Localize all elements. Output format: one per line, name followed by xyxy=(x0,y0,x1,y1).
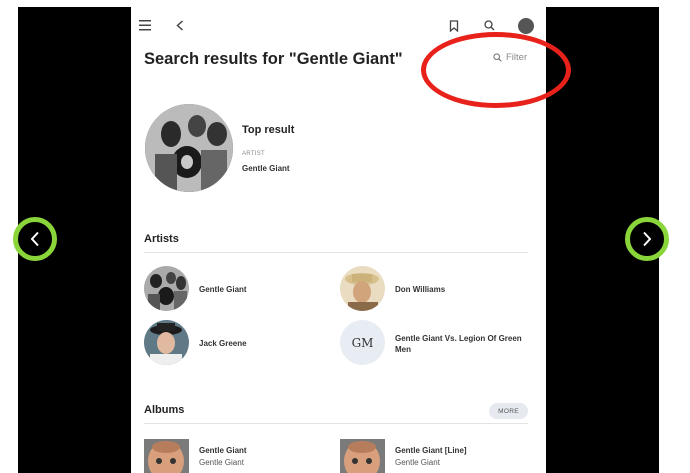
previous-button[interactable] xyxy=(13,217,57,261)
album-artist[interactable]: Gentle Giant xyxy=(395,458,440,467)
album-art xyxy=(144,439,189,473)
search-icon[interactable] xyxy=(484,20,495,31)
hamburger-menu-icon[interactable] xyxy=(139,20,151,31)
album-cover[interactable] xyxy=(340,439,385,473)
album-title[interactable]: Gentle Giant [Line] xyxy=(395,446,467,455)
chevron-left-icon xyxy=(30,231,39,247)
bookmark-icon[interactable] xyxy=(449,20,459,32)
artist-thumb-don-williams[interactable] xyxy=(340,266,385,311)
artists-heading: Artists xyxy=(144,233,179,245)
artists-divider xyxy=(144,252,528,253)
album-artist[interactable]: Gentle Giant xyxy=(199,458,244,467)
band-photo xyxy=(144,266,189,311)
album-title[interactable]: Gentle Giant xyxy=(199,446,247,455)
albums-divider xyxy=(144,423,528,424)
next-button[interactable] xyxy=(625,217,669,261)
album-cover[interactable] xyxy=(144,439,189,473)
back-chevron-icon[interactable] xyxy=(176,20,184,31)
top-result-artist-image[interactable] xyxy=(145,104,233,192)
artist-name[interactable]: Don Williams xyxy=(395,284,445,295)
chevron-right-icon xyxy=(643,231,652,247)
artist-name[interactable]: Jack Greene xyxy=(199,338,247,349)
user-avatar[interactable] xyxy=(518,18,534,34)
albums-heading: Albums xyxy=(144,404,185,416)
top-result-name[interactable]: Gentle Giant xyxy=(242,164,290,173)
artist-name[interactable]: Gentle Giant Vs. Legion Of Green Men xyxy=(395,333,525,355)
artist-photo xyxy=(340,266,385,311)
artist-name[interactable]: Gentle Giant xyxy=(199,284,247,295)
band-photo xyxy=(145,104,233,192)
top-result-heading: Top result xyxy=(242,124,295,136)
artist-thumb-jack-greene[interactable] xyxy=(144,320,189,365)
artist-thumb-initials[interactable]: GM xyxy=(340,320,385,365)
top-result-type: ARTIST xyxy=(242,151,266,157)
album-art xyxy=(340,439,385,473)
artist-photo xyxy=(144,320,189,365)
filter-highlight-annotation xyxy=(421,32,571,108)
albums-more-button[interactable]: MORE xyxy=(489,403,528,419)
page-title: Search results for "Gentle Giant" xyxy=(144,50,403,68)
artist-thumb-gentle-giant[interactable] xyxy=(144,266,189,311)
